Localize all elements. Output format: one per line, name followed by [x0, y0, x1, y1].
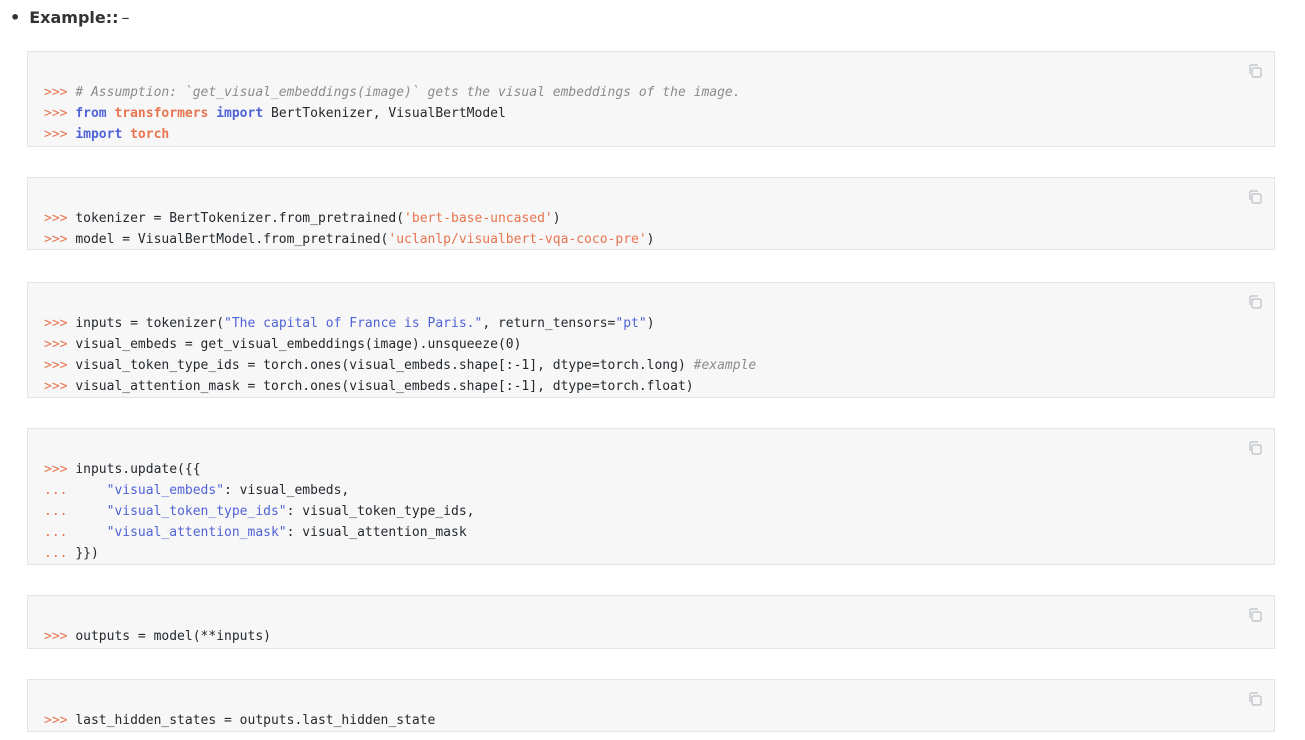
code-prompt: >>> [44, 316, 76, 331]
code-token: 'bert-base-uncased' [404, 211, 553, 226]
code-token: : visual_attention_mask [286, 525, 467, 540]
code-line: >>> model = VisualBertModel.from_pretrai… [44, 229, 655, 250]
code-token: from [75, 106, 107, 121]
code-token: 'uclanlp/visualbert-vqa-coco-pre' [388, 232, 647, 247]
code-prompt: ... [44, 525, 76, 540]
code-token: transformers [114, 106, 209, 121]
code-token: "The capital of France is Paris." [224, 316, 483, 331]
copy-icon[interactable] [1247, 691, 1263, 707]
code-line: >>> # Assumption: `get_visual_embeddings… [44, 82, 741, 103]
code-line: >>> inputs.update({{ [44, 459, 474, 480]
code-line: >>> visual_token_type_ids = torch.ones(v… [44, 355, 756, 376]
copy-icon[interactable] [1247, 607, 1263, 623]
code-token: "visual_embeds" [106, 483, 225, 498]
code-token: model = VisualBertModel.from_pretrained( [75, 232, 389, 247]
code-token: : visual_token_type_ids, [286, 504, 475, 519]
code-prompt: >>> [44, 106, 76, 121]
code-prompt: >>> [44, 232, 76, 247]
code-token: visual_attention_mask = torch.ones(visua… [75, 379, 694, 394]
code-token: visual_embeds = get_visual_embeddings(im… [75, 337, 522, 352]
code-prompt: >>> [44, 462, 76, 477]
code-prompt: >>> [44, 337, 76, 352]
code-prompt: >>> [44, 379, 76, 394]
code-token: import [216, 106, 264, 121]
code-line: >>> visual_attention_mask = torch.ones(v… [44, 376, 756, 397]
code-prompt: ... [44, 504, 76, 519]
code-block: >>> last_hidden_states = outputs.last_hi… [27, 679, 1275, 732]
example-heading: • Example:: – [10, 8, 130, 27]
code-token: # Assumption: `get_visual_embeddings(ima… [75, 85, 741, 100]
code-prompt: >>> [44, 358, 76, 373]
copy-icon[interactable] [1247, 440, 1263, 456]
copy-icon[interactable] [1247, 63, 1263, 79]
code-token: torch [130, 127, 170, 142]
code-token: "pt" [615, 316, 647, 331]
code-token: ) [552, 211, 561, 226]
copy-icon[interactable] [1247, 189, 1263, 205]
code-content: >>> outputs = model(**inputs) [44, 626, 271, 647]
copy-icon[interactable] [1247, 294, 1263, 310]
code-line: >>> from transformers import BertTokeniz… [44, 103, 741, 124]
code-line: >>> visual_embeds = get_visual_embedding… [44, 334, 756, 355]
code-token: }}) [75, 546, 99, 561]
code-token: inputs.update({{ [75, 462, 201, 477]
code-line: >>> import torch [44, 124, 741, 145]
code-token: last_hidden_states = outputs.last_hidden… [75, 713, 436, 728]
bullet: • [10, 8, 21, 27]
code-content: >>> inputs.update({{... "visual_embeds":… [44, 459, 474, 564]
code-line: ... "visual_token_type_ids": visual_toke… [44, 501, 474, 522]
example-dash: – [121, 8, 130, 27]
code-token: inputs = tokenizer( [75, 316, 225, 331]
code-prompt: >>> [44, 211, 76, 226]
code-content: >>> inputs = tokenizer("The capital of F… [44, 313, 756, 397]
code-token: , return_tensors= [482, 316, 616, 331]
code-block: >>> outputs = model(**inputs) [27, 595, 1275, 649]
code-prompt: ... [44, 483, 76, 498]
code-token: outputs = model(**inputs) [75, 629, 271, 644]
code-token: "visual_attention_mask" [106, 525, 287, 540]
example-title: Example: [29, 8, 113, 27]
code-prompt: >>> [44, 713, 76, 728]
example-title-suffix: : [112, 8, 119, 27]
code-token: #example [693, 358, 757, 373]
code-content: >>> tokenizer = BertTokenizer.from_pretr… [44, 208, 655, 250]
code-line: >>> last_hidden_states = outputs.last_hi… [44, 710, 435, 731]
code-prompt: >>> [44, 127, 76, 142]
code-block: >>> # Assumption: `get_visual_embeddings… [27, 51, 1275, 147]
code-token: BertTokenizer, VisualBertModel [263, 106, 506, 121]
code-prompt: ... [44, 546, 76, 561]
code-token: tokenizer = BertTokenizer.from_pretraine… [75, 211, 405, 226]
code-prompt: >>> [44, 629, 76, 644]
code-token: : visual_embeds, [224, 483, 350, 498]
code-line: ... "visual_embeds": visual_embeds, [44, 480, 474, 501]
code-token: ) [646, 232, 655, 247]
code-line: ... "visual_attention_mask": visual_atte… [44, 522, 474, 543]
code-token: visual_token_type_ids = torch.ones(visua… [75, 358, 694, 373]
code-line: ... }}) [44, 543, 474, 564]
code-token: ) [646, 316, 655, 331]
code-line: >>> tokenizer = BertTokenizer.from_pretr… [44, 208, 655, 229]
code-token: "visual_token_type_ids" [106, 504, 287, 519]
code-block: >>> inputs = tokenizer("The capital of F… [27, 282, 1275, 398]
code-token: import [75, 127, 123, 142]
code-content: >>> last_hidden_states = outputs.last_hi… [44, 710, 435, 731]
code-line: >>> outputs = model(**inputs) [44, 626, 271, 647]
code-line: >>> inputs = tokenizer("The capital of F… [44, 313, 756, 334]
code-content: >>> # Assumption: `get_visual_embeddings… [44, 82, 741, 145]
code-block: >>> tokenizer = BertTokenizer.from_pretr… [27, 177, 1275, 250]
code-block: >>> inputs.update({{... "visual_embeds":… [27, 428, 1275, 565]
code-prompt: >>> [44, 85, 76, 100]
